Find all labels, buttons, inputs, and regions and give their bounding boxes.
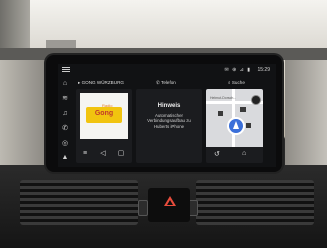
tile-toggle-icon[interactable]: ▢ xyxy=(116,149,126,159)
street-label: Helmut-Dorsch... xyxy=(210,96,237,100)
phone-tab-label: Telefon xyxy=(161,80,176,85)
radio-tab-label: GONG WÜRZBURG xyxy=(81,80,124,85)
notification-tile[interactable]: Hinweis Automatischer Verbindungsaufbau … xyxy=(136,89,202,163)
dashboard-left xyxy=(0,60,45,170)
notification-title: Hinweis xyxy=(157,103,181,109)
map-view[interactable]: Helmut-Dorsch... xyxy=(206,89,263,147)
status-icons: ✉ ⊕ ⊿ ▮ xyxy=(224,67,251,73)
hazard-button[interactable] xyxy=(148,188,190,222)
side-navigation: ⌂ ≋ ♫ ✆ ◎ ▲ xyxy=(58,78,72,167)
notification-message: Automatischer Verbindungsaufbau zu Huber… xyxy=(147,113,191,129)
history-icon[interactable]: ↺ xyxy=(214,150,220,158)
mute-icon[interactable]: ◁ xyxy=(98,149,108,159)
home-destination-icon[interactable]: ⌂ xyxy=(242,150,246,157)
tab-radio[interactable]: ▸ GONG WÜRZBURG xyxy=(78,78,138,87)
search-tab-label: Suche xyxy=(231,80,245,85)
left-air-vent xyxy=(20,180,138,225)
car-icon[interactable]: ◎ xyxy=(61,140,69,148)
infotainment-screen: ✉ ⊕ ⊿ ▮ 15:29 ⌂ ≋ ♫ ✆ ◎ ▲ ▸ GONG WÜRZBUR… xyxy=(58,64,276,167)
radio-tile[interactable]: Radio Gong ≡ ◁ ▢ xyxy=(76,89,132,163)
tab-search[interactable]: ⌕ Suche xyxy=(228,78,268,87)
music-icon[interactable]: ♫ xyxy=(61,110,69,118)
right-air-vent xyxy=(196,180,314,225)
position-arrow-icon xyxy=(227,117,245,135)
navigation-controls: ↺ ⌂ xyxy=(206,147,263,163)
menu-icon[interactable] xyxy=(62,66,70,73)
tab-phone[interactable]: ✆ Telefon xyxy=(156,78,206,87)
station-logo: Radio Gong xyxy=(80,93,128,139)
station-logo-text: Gong xyxy=(94,110,114,117)
hazard-warning-icon xyxy=(164,196,176,206)
navigation-tile[interactable]: Helmut-Dorsch... ↺ ⌂ xyxy=(206,89,263,163)
clock: 15:29 xyxy=(257,67,270,73)
radio-icon[interactable]: ≋ xyxy=(61,95,69,103)
navigation-icon[interactable]: ▲ xyxy=(61,154,69,162)
left-vent-knob[interactable] xyxy=(138,200,148,216)
radio-controls: ≡ ◁ ▢ xyxy=(76,145,132,163)
list-icon[interactable]: ≡ xyxy=(80,149,90,159)
compass-icon[interactable] xyxy=(251,95,261,105)
phone-icon[interactable]: ✆ xyxy=(61,125,69,133)
a-pillar xyxy=(0,0,30,50)
dashboard-right xyxy=(285,60,327,170)
home-icon[interactable]: ⌂ xyxy=(61,80,69,88)
status-bar: ✉ ⊕ ⊿ ▮ 15:29 xyxy=(58,64,276,76)
